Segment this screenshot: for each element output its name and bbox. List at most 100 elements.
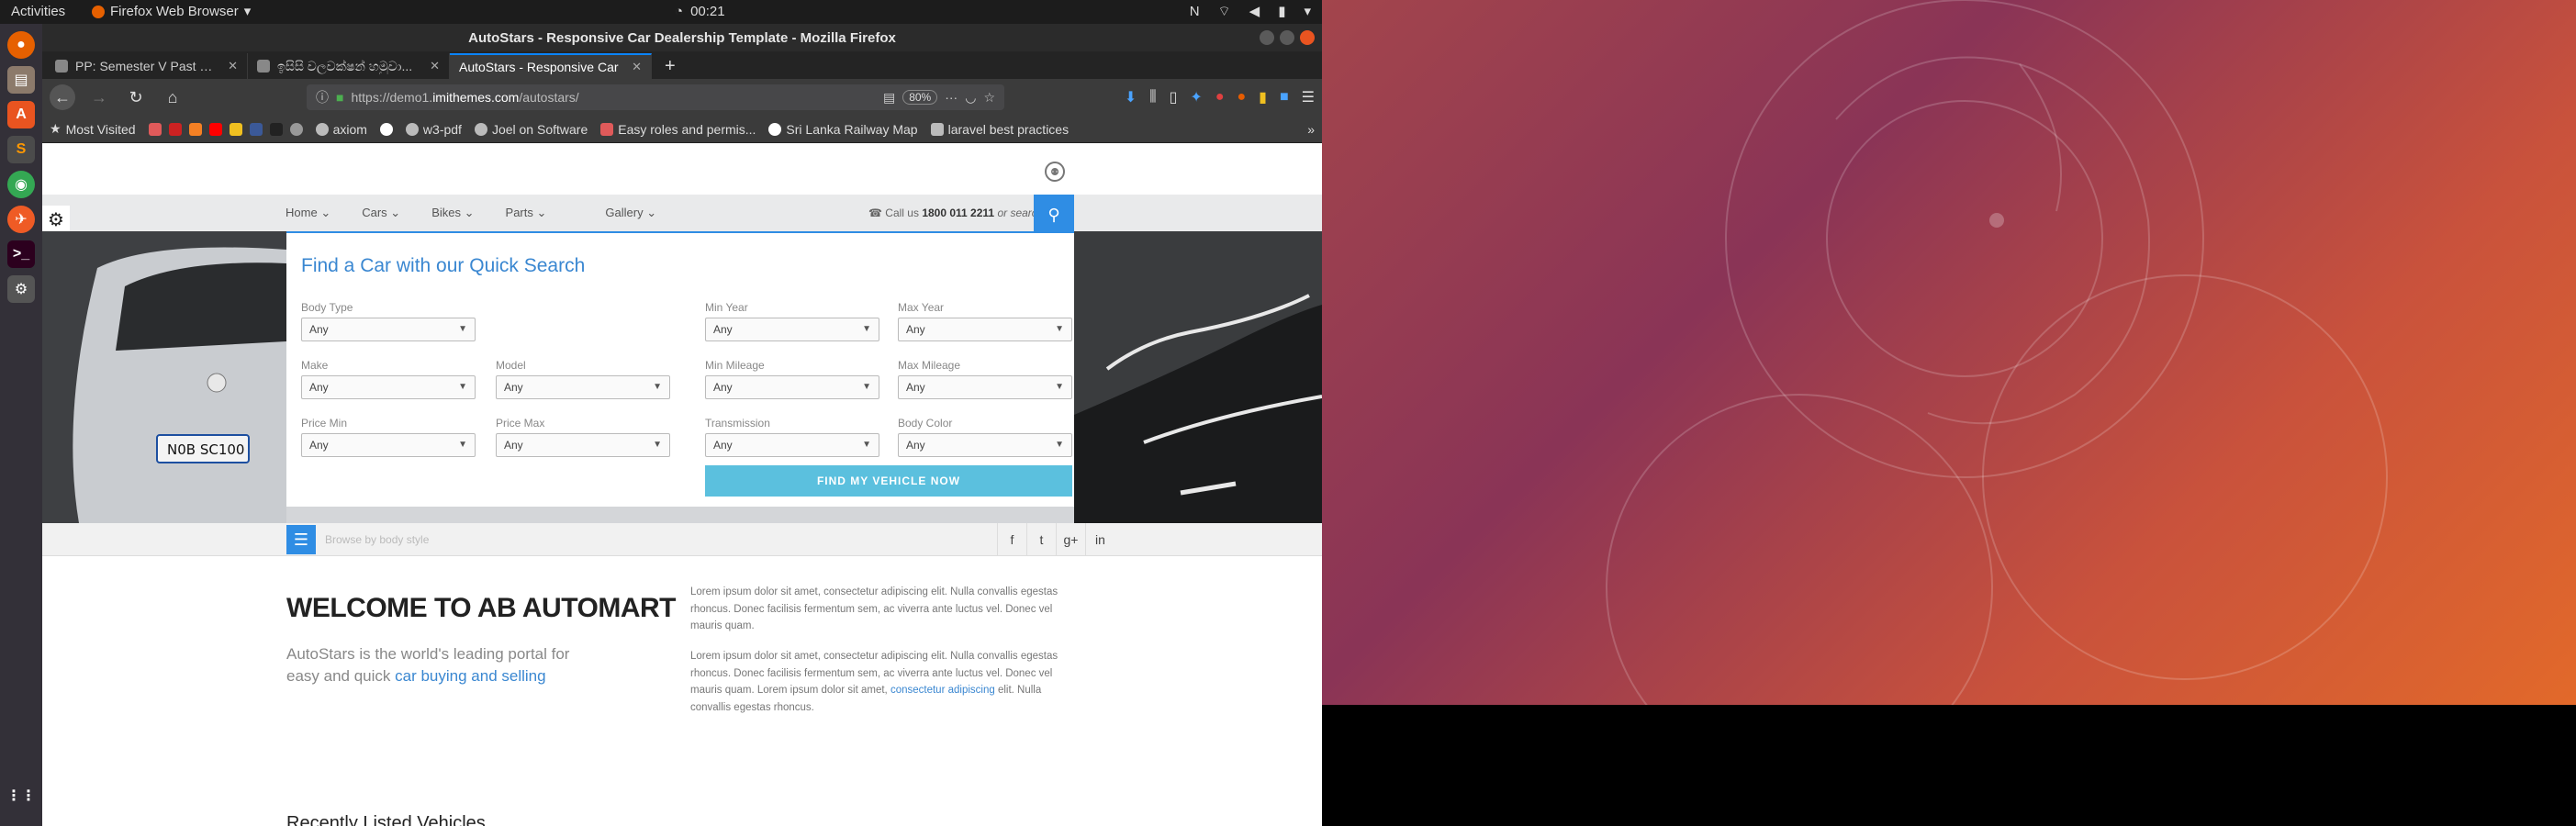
tab-sinhala-page[interactable]: ඉසිසි වලවක්ෂන් හමුවා... ✕ bbox=[248, 53, 450, 79]
gear-dock-icon[interactable]: ⚙ bbox=[7, 275, 35, 303]
search-icon: ⚲ bbox=[1047, 205, 1060, 224]
browse-by-body-style[interactable]: Browse by body style bbox=[325, 523, 429, 556]
bookmark-icons-group[interactable] bbox=[148, 122, 303, 136]
sublime-dock-icon[interactable]: S bbox=[7, 136, 35, 163]
postman-dock-icon[interactable]: ✈ bbox=[7, 206, 35, 233]
menu-item-cars[interactable]: Cars ⌄ bbox=[362, 206, 400, 220]
bookmark-icon[interactable] bbox=[269, 122, 283, 136]
make-select[interactable]: Any ▼ bbox=[301, 375, 476, 399]
files-dock-icon[interactable]: ▤ bbox=[7, 66, 35, 94]
extension-badge-icon[interactable]: ■ bbox=[1280, 89, 1289, 106]
menu-item-home[interactable]: Home ⌄ bbox=[286, 206, 330, 220]
extension-red-icon[interactable]: ● bbox=[1215, 89, 1225, 106]
bookmark-icon[interactable] bbox=[229, 122, 242, 136]
bookmark-icon[interactable] bbox=[148, 122, 162, 136]
bookmark-railway-map[interactable]: Sri Lanka Railway Map bbox=[768, 122, 918, 137]
volume-icon[interactable]: ◀ bbox=[1249, 0, 1260, 24]
tab-past-papers[interactable]: PP: Semester V Past Pap ✕ bbox=[46, 53, 248, 79]
price-max-select[interactable]: Any ▼ bbox=[496, 433, 670, 457]
bookmark-star-icon[interactable]: ☆ bbox=[983, 90, 995, 106]
extension-orange-icon[interactable]: ● bbox=[1238, 89, 1247, 106]
min-mileage-select[interactable]: Any ▼ bbox=[705, 375, 879, 399]
body-color-select[interactable]: Any ▼ bbox=[898, 433, 1072, 457]
maximize-button[interactable] bbox=[1280, 30, 1294, 45]
min-year-select[interactable]: Any ▼ bbox=[705, 318, 879, 341]
terminal-dock-icon[interactable]: >_ bbox=[7, 240, 35, 268]
window-titlebar[interactable]: AutoStars - Responsive Car Dealership Te… bbox=[42, 24, 1322, 51]
desktop: Activities Firefox Web Browser ▾ ◔ 00:21… bbox=[0, 0, 2576, 826]
new-tab-button[interactable]: + bbox=[652, 53, 689, 79]
activities-button[interactable]: Activities bbox=[11, 0, 65, 24]
bookmark-icon[interactable] bbox=[208, 122, 222, 136]
top-bar: Activities Firefox Web Browser ▾ ◔ 00:21… bbox=[0, 0, 1322, 24]
menu-item-gallery[interactable]: Gallery ⌄ bbox=[605, 206, 656, 220]
clock[interactable]: ◔ 00:21 bbox=[675, 0, 725, 24]
notes-icon[interactable]: N bbox=[1190, 0, 1200, 24]
close-tab-icon[interactable]: ✕ bbox=[228, 59, 238, 73]
forward-button[interactable]: → bbox=[86, 84, 112, 110]
bookmark-laravel[interactable]: laravel best practices bbox=[930, 122, 1069, 137]
price-min-select[interactable]: Any ▼ bbox=[301, 433, 476, 457]
max-year-select[interactable]: Any ▼ bbox=[898, 318, 1072, 341]
lock-icon[interactable]: ■ bbox=[336, 90, 343, 105]
user-account-icon[interactable]: ⚉ bbox=[1045, 162, 1065, 182]
bookmark-icon[interactable] bbox=[289, 122, 303, 136]
bookmarks-overflow-icon[interactable]: » bbox=[1307, 122, 1315, 137]
menu-icon[interactable]: ☰ bbox=[1302, 88, 1315, 106]
reader-view-icon[interactable]: ▤ bbox=[883, 90, 895, 106]
find-vehicle-button[interactable]: FIND MY VEHICLE NOW bbox=[705, 465, 1072, 497]
battery-icon[interactable]: ▮ bbox=[1278, 0, 1285, 24]
bookmark-joel[interactable]: Joel on Software bbox=[474, 122, 588, 137]
bookmark-icon[interactable] bbox=[188, 122, 202, 136]
close-tab-icon[interactable]: ✕ bbox=[632, 60, 642, 74]
app-menu[interactable]: Firefox Web Browser ▾ bbox=[92, 0, 251, 24]
zoom-indicator[interactable]: 80% bbox=[902, 90, 938, 105]
facebook-icon[interactable]: f bbox=[997, 523, 1026, 556]
power-menu-icon[interactable]: ▾ bbox=[1304, 0, 1311, 24]
extension-blue-icon[interactable]: ✦ bbox=[1190, 88, 1202, 106]
chevron-down-icon: ⌄ bbox=[464, 206, 475, 219]
close-button[interactable] bbox=[1300, 30, 1315, 45]
style-switcher-gear-icon[interactable]: ⚙ bbox=[42, 206, 70, 233]
menu-item-parts[interactable]: Parts ⌄ bbox=[506, 206, 547, 220]
show-apps-icon[interactable]: ⋮⋮ bbox=[6, 782, 36, 809]
max-mileage-select[interactable]: Any ▼ bbox=[898, 375, 1072, 399]
buying-selling-link[interactable]: car buying and selling bbox=[395, 667, 545, 685]
pocket-icon[interactable]: ◡ bbox=[965, 90, 976, 106]
chrome-dock-icon[interactable]: ◉ bbox=[7, 171, 35, 198]
transmission-select[interactable]: Any ▼ bbox=[705, 433, 879, 457]
bookmark-google[interactable] bbox=[379, 122, 393, 136]
url-text[interactable]: https://demo1.imithemes.com/autostars/ bbox=[351, 90, 875, 105]
bookmark-w3-pdf[interactable]: w3-pdf bbox=[405, 122, 462, 137]
firefox-dock-icon[interactable]: ● bbox=[7, 31, 35, 59]
software-dock-icon[interactable]: A bbox=[7, 101, 35, 128]
bookmark-icon[interactable] bbox=[249, 122, 263, 136]
menu-item-bikes[interactable]: Bikes ⌄ bbox=[431, 206, 474, 220]
linkedin-icon[interactable]: in bbox=[1085, 523, 1114, 556]
close-tab-icon[interactable]: ✕ bbox=[430, 59, 440, 73]
reload-button[interactable]: ↻ bbox=[123, 84, 149, 110]
home-button[interactable]: ⌂ bbox=[160, 84, 185, 110]
bookmark-most-visited[interactable]: ★ Most Visited bbox=[50, 121, 136, 137]
model-select[interactable]: Any ▼ bbox=[496, 375, 670, 399]
back-button[interactable]: ← bbox=[50, 84, 75, 110]
library-icon[interactable]: ⫼ bbox=[1149, 89, 1156, 106]
consectetur-link[interactable]: consectetur adipiscing bbox=[890, 685, 995, 696]
tab-autostars[interactable]: AutoStars - Responsive Car ✕ bbox=[450, 53, 652, 79]
bookmark-axiom[interactable]: axiom bbox=[315, 122, 367, 137]
bookmark-icon[interactable] bbox=[168, 122, 182, 136]
downloads-icon[interactable]: ⬇ bbox=[1125, 88, 1137, 106]
body-type-select[interactable]: Any ▼ bbox=[301, 318, 476, 341]
extension-yellow-icon[interactable]: ▮ bbox=[1259, 88, 1267, 106]
minimize-button[interactable] bbox=[1260, 30, 1274, 45]
bookmark-easy-roles[interactable]: Easy roles and permis... bbox=[600, 122, 756, 137]
info-icon[interactable]: ⓘ bbox=[316, 88, 329, 106]
wifi-icon[interactable]: ⌔ bbox=[1218, 0, 1231, 24]
sidebar-icon[interactable]: ▯ bbox=[1170, 88, 1178, 106]
browse-menu-button[interactable]: ☰ bbox=[286, 525, 316, 554]
twitter-icon[interactable]: t bbox=[1026, 523, 1056, 556]
page-actions-icon[interactable]: ··· bbox=[945, 90, 958, 105]
url-bar[interactable]: ⓘ ■ https://demo1.imithemes.com/autostar… bbox=[307, 84, 1004, 110]
google-plus-icon[interactable]: g+ bbox=[1056, 523, 1085, 556]
search-button[interactable]: ⚲ bbox=[1034, 195, 1074, 235]
